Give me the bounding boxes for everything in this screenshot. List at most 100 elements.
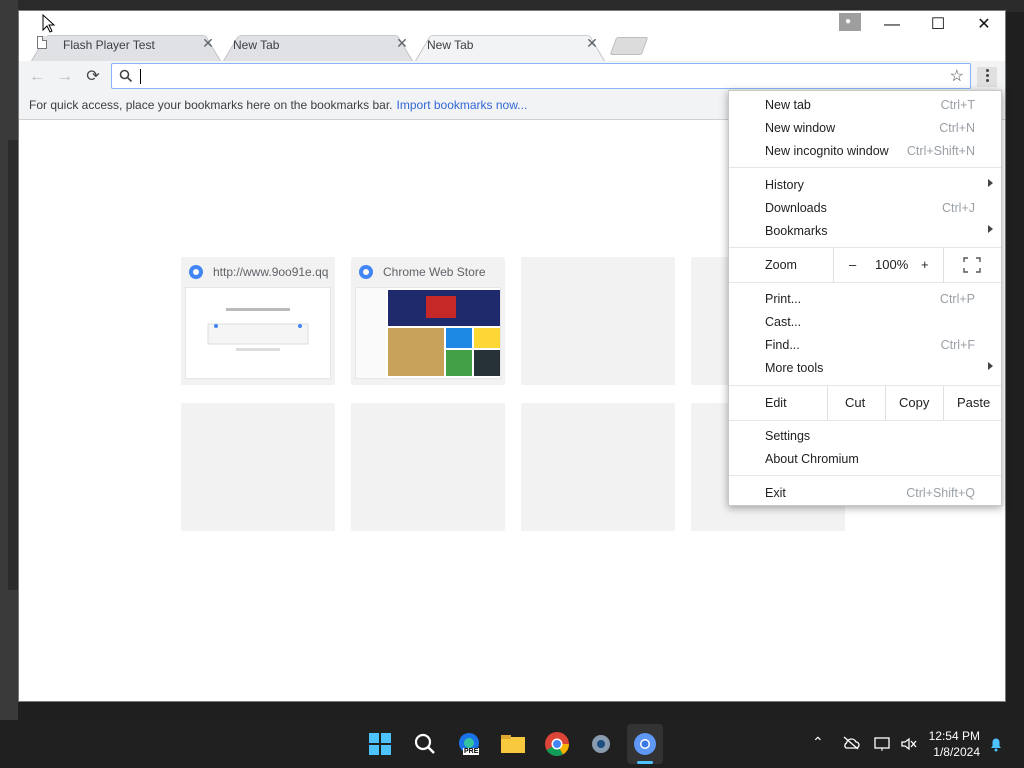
menu-item-cast[interactable]: Cast... (729, 311, 1001, 334)
notification-bell-icon[interactable] (988, 736, 1004, 752)
forward-arrow-icon[interactable]: → (55, 67, 75, 87)
menu-button[interactable] (977, 67, 997, 87)
menu-item-more-tools[interactable]: More tools (729, 357, 1001, 380)
edge-pre-icon[interactable]: PRE (455, 730, 483, 758)
menu-label: New incognito window (765, 144, 889, 158)
menu-label: Find... (765, 338, 800, 352)
zoom-out-button[interactable]: – (849, 257, 856, 272)
edit-label: Edit (765, 396, 787, 410)
minimize-button[interactable]: — (869, 11, 915, 39)
menu-label: Exit (765, 486, 786, 500)
zoom-in-button[interactable]: + (921, 257, 929, 272)
submenu-arrow-icon (988, 225, 993, 233)
menu-zoom-row: Zoom – 100% + (729, 248, 1001, 282)
cut-button[interactable]: Cut (845, 395, 865, 410)
maximize-button[interactable]: ☐ (915, 11, 961, 39)
menu-item-about-chromium[interactable]: About Chromium (729, 448, 1001, 471)
clock-date: 1/8/2024 (933, 745, 980, 759)
menu-shortcut: Ctrl+Shift+N (906, 144, 975, 158)
clock-time: 12:54 PM (928, 729, 980, 743)
cloud-offline-icon[interactable] (842, 736, 860, 750)
menu-item-new-tab[interactable]: New tab Ctrl+T (729, 94, 1001, 117)
divider (943, 248, 944, 282)
tile-thumbnail (185, 287, 331, 379)
mouse-cursor-icon (42, 14, 56, 33)
tab-new-tab-active[interactable]: New Tab ✕ (415, 29, 605, 61)
menu-item-settings[interactable]: Settings (729, 425, 1001, 448)
close-window-button[interactable]: ✕ (961, 11, 1007, 39)
chromium-taskbar-item[interactable] (627, 724, 663, 764)
menu-label: Downloads (765, 201, 827, 215)
copy-button[interactable]: Copy (899, 395, 929, 410)
submenu-arrow-icon (988, 362, 993, 370)
chromium-icon (189, 265, 203, 279)
close-tab-icon[interactable]: ✕ (395, 36, 409, 50)
profile-button[interactable]: ● (839, 13, 861, 31)
chevron-up-icon[interactable]: ⌃ (812, 734, 824, 751)
menu-item-bookmarks[interactable]: Bookmarks (729, 220, 1001, 243)
app-menu: New tab Ctrl+T New window Ctrl+N New incog… (728, 90, 1002, 506)
zoom-level: 100% (875, 257, 909, 272)
page-icon (37, 36, 47, 49)
background-window-edge (8, 140, 18, 590)
menu-item-print[interactable]: Print... Ctrl+P (729, 288, 1001, 311)
most-visited-tile-empty (521, 403, 675, 531)
network-icon[interactable] (874, 736, 892, 752)
address-bar[interactable]: ☆ (111, 63, 971, 89)
most-visited-tile[interactable]: http://www.9oo91e.qq (181, 257, 335, 385)
bookmark-star-icon[interactable]: ☆ (950, 66, 964, 86)
file-explorer-icon[interactable] (499, 730, 527, 758)
chrome-icon[interactable] (543, 730, 571, 758)
tab-new-tab-1[interactable]: New Tab ✕ (223, 29, 413, 61)
menu-item-exit[interactable]: Exit Ctrl+Shift+Q (729, 482, 1001, 505)
reload-icon[interactable]: ⟳ (83, 67, 103, 87)
volume-muted-icon[interactable] (900, 736, 918, 752)
close-tab-icon[interactable]: ✕ (585, 36, 599, 50)
new-tab-button[interactable] (609, 37, 649, 55)
windows-start-icon[interactable] (366, 730, 394, 758)
tab-title: New Tab (427, 38, 474, 52)
menu-item-new-window[interactable]: New window Ctrl+N (729, 117, 1001, 140)
menu-label: New tab (765, 98, 811, 112)
most-visited-tile[interactable]: Chrome Web Store (351, 257, 505, 385)
submenu-arrow-icon (988, 179, 993, 187)
close-tab-icon[interactable]: ✕ (201, 36, 215, 50)
menu-item-new-incognito-window[interactable]: New incognito window Ctrl+Shift+N (729, 140, 1001, 163)
menu-edit-row: Edit Cut Copy Paste (729, 386, 1001, 420)
menu-label: History (765, 178, 804, 192)
settings-gear-icon[interactable] (587, 730, 615, 758)
menu-label: Cast... (765, 315, 802, 329)
import-bookmarks-link[interactable]: Import bookmarks now... (397, 98, 528, 112)
back-arrow-icon[interactable]: ← (27, 67, 47, 87)
bookmarks-hint: For quick access, place your bookmarks h… (29, 98, 527, 112)
menu-shortcut: Ctrl+T (940, 98, 975, 112)
tab-title: Flash Player Test (63, 38, 155, 52)
menu-label: New window (765, 121, 836, 135)
menu-label: Print... (765, 292, 802, 306)
paste-button[interactable]: Paste (957, 395, 990, 410)
edge-pre-badge: PRE (463, 748, 480, 755)
menu-item-find[interactable]: Find... Ctrl+F (729, 334, 1001, 357)
menu-label: Bookmarks (765, 224, 828, 238)
title-bar: Flash Player Test ✕ New Tab ✕ New Tab ✕ … (19, 11, 1005, 61)
divider (885, 386, 886, 420)
menu-label: More tools (765, 361, 824, 375)
menu-shortcut: Ctrl+P (939, 292, 975, 306)
most-visited-tile-empty (521, 257, 675, 385)
tab-title: New Tab (233, 38, 280, 52)
bookmarks-hint-text: For quick access, place your bookmarks h… (29, 98, 393, 112)
zoom-label: Zoom (765, 258, 797, 272)
menu-item-downloads[interactable]: Downloads Ctrl+J (729, 197, 1001, 220)
most-visited-tile-empty (181, 403, 335, 531)
tab-flash-player-test[interactable]: Flash Player Test ✕ (31, 29, 221, 61)
clock[interactable]: 12:54 PM 1/8/2024 (929, 728, 980, 760)
menu-label: Settings (765, 429, 811, 443)
divider (827, 386, 828, 420)
fullscreen-icon[interactable] (963, 257, 981, 273)
menu-shortcut: Ctrl+N (939, 121, 975, 135)
divider (833, 248, 834, 282)
divider (943, 386, 944, 420)
search-icon[interactable] (411, 730, 439, 758)
text-cursor (140, 69, 141, 84)
menu-item-history[interactable]: History (729, 174, 1001, 197)
